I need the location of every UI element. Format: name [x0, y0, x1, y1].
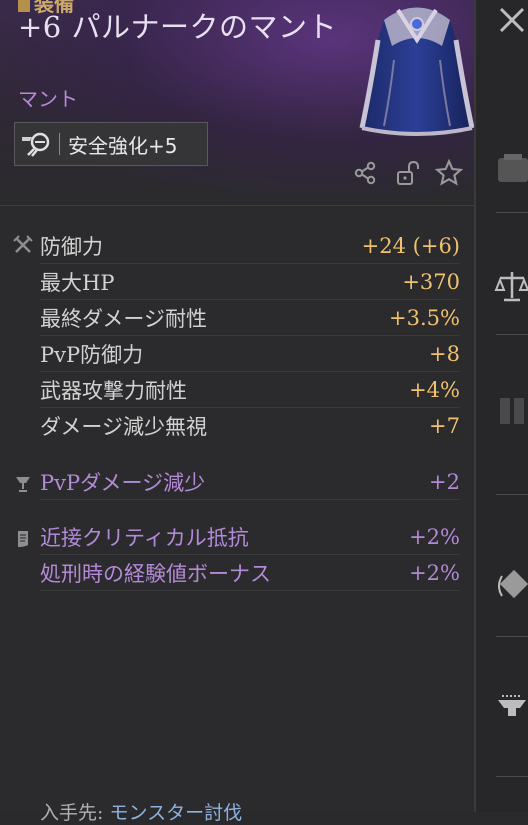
- stat-label: 最大HP: [40, 270, 115, 295]
- stat-value: +370: [402, 269, 460, 294]
- magnifier-icon: [15, 123, 59, 165]
- item-header: 装備 +6 パルナークのマント マント 安全強化+5: [0, 0, 475, 200]
- cloak-item-image: [359, 7, 475, 136]
- anvil-icon[interactable]: [492, 684, 528, 724]
- stat-row: PvPダメージ減少 +2: [40, 464, 460, 500]
- stat-value: +3.5%: [389, 305, 460, 330]
- stat-value: +8: [429, 341, 460, 366]
- book-icon[interactable]: [492, 390, 528, 430]
- item-category: マント: [18, 87, 78, 111]
- scales-icon[interactable]: [492, 266, 528, 306]
- stat-value: +2%: [409, 524, 460, 549]
- safe-enhance-label: 安全強化+5: [68, 133, 178, 158]
- item-tooltip-panel: 装備 +6 パルナークのマント マント 安全強化+5 防御力 +24 (+6) …: [0, 0, 475, 824]
- scroll-icon: [12, 528, 34, 550]
- unlock-icon[interactable]: [392, 158, 422, 188]
- stat-value: +7: [429, 414, 460, 438]
- stat-value: +2%: [409, 560, 460, 585]
- acquisition-link[interactable]: モンスター討伐: [109, 802, 242, 824]
- stat-row: 近接クリティカル抵抗 +2%: [40, 519, 460, 555]
- close-icon[interactable]: [492, 0, 528, 40]
- chalice-icon: [12, 473, 34, 495]
- stat-row: 最大HP +370: [40, 264, 460, 300]
- stat-row: 最終ダメージ耐性 +3.5%: [40, 300, 460, 336]
- rune-icon[interactable]: [492, 566, 528, 606]
- stat-row: PvP防御力 +8: [40, 336, 460, 372]
- stat-row: 処刑時の経験値ボーナス +2%: [40, 555, 460, 591]
- safe-enhance-badge[interactable]: 安全強化+5: [14, 122, 208, 166]
- stat-row: 武器攻撃力耐性 +4%: [40, 372, 460, 408]
- stat-label: 近接クリティカル抵抗: [40, 525, 249, 550]
- stat-label: 処刑時の経験値ボーナス: [40, 561, 271, 586]
- item-title: +6 パルナークのマント: [18, 10, 337, 44]
- stat-value: +24 (+6): [361, 233, 460, 258]
- stat-row: 防御力 +24 (+6): [40, 228, 460, 264]
- crossed-swords-icon: [12, 234, 34, 256]
- share-icon[interactable]: [350, 158, 380, 188]
- stat-label: 武器攻撃力耐性: [40, 378, 187, 403]
- stat-label: 防御力: [40, 234, 103, 259]
- stat-label: 最終ダメージ耐性: [40, 306, 207, 331]
- stat-label: PvP防御力: [40, 342, 144, 367]
- right-side-toolbar: [474, 0, 528, 812]
- stat-label: ダメージ減少無視: [40, 415, 207, 439]
- header-divider: [0, 205, 474, 206]
- stat-value: +2: [429, 469, 460, 494]
- bag-icon[interactable]: [492, 148, 528, 188]
- stat-label: PvPダメージ減少: [40, 470, 206, 495]
- star-icon[interactable]: [434, 158, 464, 188]
- stat-row: ダメージ減少無視 +7: [40, 408, 460, 444]
- stat-value: +4%: [409, 377, 460, 402]
